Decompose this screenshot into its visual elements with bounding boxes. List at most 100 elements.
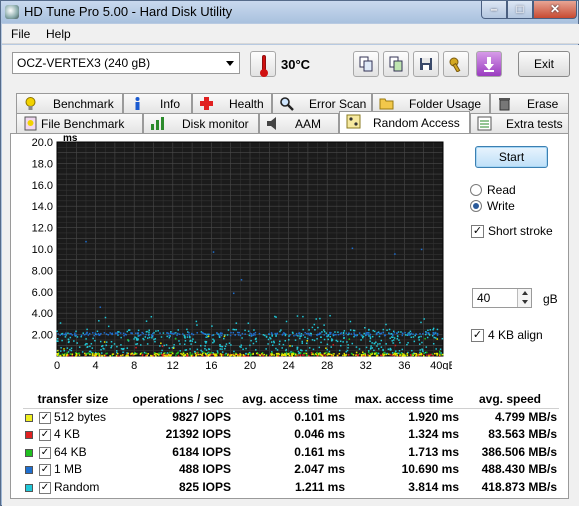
series-checkbox[interactable]: ✓: [39, 481, 51, 494]
tab-label: Info: [160, 97, 181, 111]
save-button[interactable]: [413, 51, 439, 77]
data-point: [142, 332, 145, 335]
data-point: [311, 353, 313, 356]
menu-file[interactable]: File: [11, 27, 30, 41]
short-stroke-checkbox[interactable]: ✓: [471, 225, 484, 238]
data-point: [151, 337, 153, 339]
read-radio[interactable]: [470, 184, 482, 196]
data-point: [367, 354, 369, 356]
series-color-swatch: [25, 431, 33, 440]
y-tick-label: 12.0: [32, 223, 53, 235]
exit-button[interactable]: Exit: [518, 51, 570, 77]
data-point: [88, 350, 91, 353]
data-point: [381, 354, 383, 357]
series-checkbox[interactable]: ✓: [39, 429, 51, 442]
tab-error-scan[interactable]: Error Scan: [272, 93, 372, 113]
data-point: [237, 355, 239, 357]
transfer-size-cell: ✓ 4 KB: [23, 426, 123, 444]
tab-benchmark[interactable]: Benchmark: [16, 93, 123, 113]
data-point: [426, 354, 428, 356]
data-point: [165, 344, 168, 346]
data-point: [204, 345, 206, 347]
data-point: [274, 332, 276, 335]
data-point: [93, 334, 95, 337]
tab-label: Erase: [527, 97, 559, 111]
tab-random-access[interactable]: Random Access: [339, 111, 470, 133]
data-point: [235, 353, 238, 356]
data-point: [186, 334, 189, 336]
tab-health[interactable]: Health: [192, 93, 272, 113]
transfer-size-cell: ✓ Random: [23, 478, 123, 496]
start-button[interactable]: Start: [475, 146, 548, 168]
data-point: [441, 353, 444, 356]
series-checkbox[interactable]: ✓: [39, 464, 51, 477]
options-button[interactable]: [443, 51, 469, 77]
title-bar[interactable]: HD Tune Pro 5.00 - Hard Disk Utility – □…: [1, 1, 578, 23]
data-point: [301, 349, 303, 352]
data-point: [265, 354, 268, 357]
thermometer-bulb-icon: [260, 69, 268, 77]
data-point: [89, 353, 91, 356]
data-point: [191, 340, 194, 342]
data-point: [364, 353, 366, 356]
tab-aam[interactable]: AAM: [259, 113, 339, 133]
data-point: [419, 333, 421, 335]
data-point: [179, 350, 181, 352]
data-point: [99, 340, 102, 343]
drive-select[interactable]: OCZ-VERTEX3 (240 gB): [12, 52, 240, 74]
close-icon: ✕: [549, 2, 561, 16]
data-point: [425, 333, 427, 336]
data-point: [136, 338, 138, 341]
client-area: OCZ-VERTEX3 (240 gB) 30°C Exit Benchmark: [2, 45, 579, 506]
data-point: [75, 330, 77, 333]
tab-file-benchmark[interactable]: File Benchmark: [16, 113, 143, 133]
menu-help[interactable]: Help: [46, 27, 71, 41]
data-point: [160, 336, 163, 338]
copy-info-button[interactable]: [353, 51, 379, 77]
data-point: [407, 332, 409, 335]
spin-up-icon[interactable]: [517, 289, 531, 298]
data-point: [127, 339, 129, 341]
close-button[interactable]: ✕: [533, 1, 577, 19]
data-point: [66, 352, 69, 354]
tab-extra-tests[interactable]: Extra tests: [470, 113, 569, 133]
download-button[interactable]: [476, 51, 502, 77]
series-checkbox[interactable]: ✓: [39, 446, 51, 459]
data-point: [146, 343, 149, 345]
data-point: [326, 334, 329, 336]
minimize-button[interactable]: –: [481, 1, 507, 19]
tab-erase[interactable]: Erase: [490, 93, 569, 113]
tab-info[interactable]: Info: [123, 93, 192, 113]
data-point: [391, 340, 393, 342]
data-point: [285, 351, 288, 354]
avg-access-cell: 0.046 ms: [294, 427, 345, 442]
series-checkbox[interactable]: ✓: [39, 411, 51, 424]
spin-down-icon[interactable]: [517, 298, 531, 307]
short-stroke-unit: gB: [543, 292, 558, 306]
data-point: [101, 352, 103, 354]
maximize-button[interactable]: □: [507, 1, 533, 19]
tab-folder-usage[interactable]: Folder Usage: [372, 93, 490, 113]
data-point: [431, 353, 434, 356]
data-point: [120, 336, 122, 339]
align-4kb-checkbox[interactable]: ✓: [471, 329, 484, 342]
avg-access-cell: 0.101 ms: [294, 410, 345, 424]
copy-screenshot-button[interactable]: [383, 51, 409, 77]
short-stroke-size-spinner[interactable]: 40: [472, 288, 532, 308]
col-avg-access: avg. access time: [233, 390, 347, 409]
data-point: [254, 334, 256, 336]
tab-disk-monitor[interactable]: Disk monitor: [143, 113, 259, 133]
data-point: [183, 354, 185, 357]
lightbulb-icon: [25, 97, 36, 110]
data-point: [385, 353, 388, 356]
data-point: [194, 341, 197, 344]
avg-speed-cell: 386.506 MB/s: [481, 444, 557, 459]
data-point: [347, 344, 349, 346]
transfer-size-label: Random: [54, 479, 100, 494]
temperature-button[interactable]: [250, 51, 276, 77]
data-point: [296, 348, 299, 350]
data-point: [323, 324, 325, 326]
ops-cell: 21392 IOPS: [165, 427, 231, 442]
ops-cell: 9827 IOPS: [172, 410, 231, 424]
write-radio[interactable]: [470, 200, 482, 212]
